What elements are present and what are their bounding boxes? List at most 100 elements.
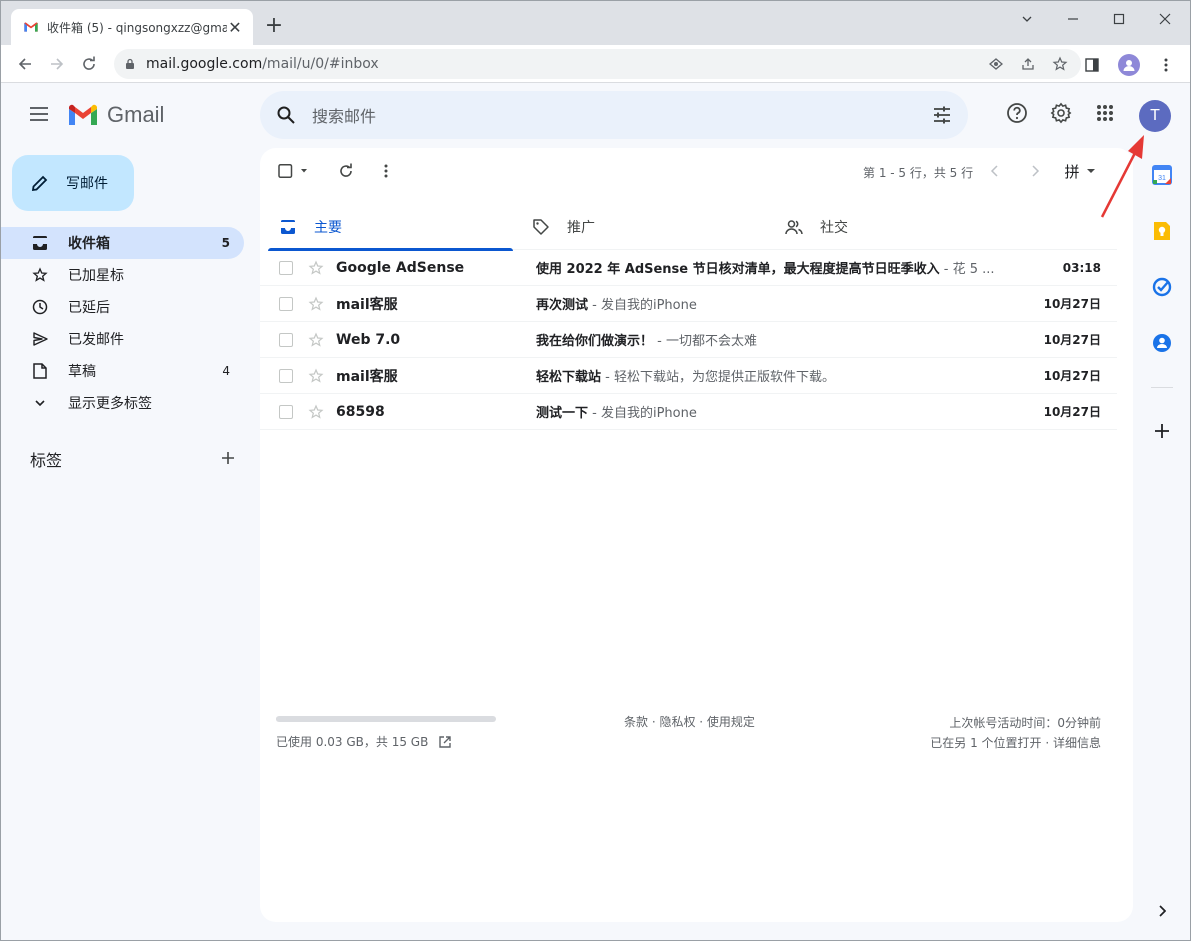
email-row[interactable]: Web 7.0 我在给你们做演示！ - 一切都不会太难 10月27日 [260, 322, 1117, 358]
unread-count: 5 [221, 236, 230, 250]
open-external-icon[interactable] [438, 735, 452, 749]
email-snippet: - 花 5 ... [939, 262, 995, 277]
sidebar-item-drafts[interactable]: 草稿 4 [1, 355, 244, 387]
apps-grid-icon[interactable] [1093, 101, 1117, 125]
sidebar-item-starred[interactable]: 已加星标 [1, 259, 244, 291]
keep-icon[interactable] [1139, 217, 1185, 245]
star-icon [31, 266, 49, 284]
email-row[interactable]: 68598 测试一下 - 发自我的iPhone 10月27日 [260, 394, 1117, 430]
email-subject: 再次测试 [536, 298, 589, 313]
back-icon[interactable] [9, 48, 41, 80]
search-options-icon[interactable] [932, 105, 952, 125]
browser-profile-icon[interactable] [1118, 54, 1140, 76]
email-subject-line: 我在给你们做演示！ - 一切都不会太难 [536, 330, 1026, 349]
inbox-icon [31, 234, 49, 252]
sidebar-item-inbox[interactable]: 收件箱 5 [1, 227, 244, 259]
new-tab-icon[interactable]: + [263, 15, 285, 37]
close-window-icon[interactable] [1142, 7, 1188, 31]
prev-page-icon[interactable] [988, 164, 1002, 178]
tasks-icon[interactable] [1139, 273, 1185, 301]
select-all-checkbox[interactable] [278, 164, 310, 178]
reload-icon[interactable] [73, 48, 105, 80]
minimize-icon[interactable] [1004, 7, 1050, 31]
close-tab-icon[interactable]: ✕ [227, 18, 243, 37]
draft-icon [31, 362, 49, 380]
email-row[interactable]: Google AdSense 使用 2022 年 AdSense 节日核对清单，… [260, 250, 1117, 286]
row-checkbox[interactable] [279, 404, 293, 419]
main-menu-icon[interactable] [27, 105, 51, 123]
star-icon[interactable] [307, 367, 325, 385]
input-tools-label: 拼 [1064, 162, 1080, 181]
bookmark-star-icon[interactable] [1049, 53, 1071, 75]
star-icon[interactable] [307, 295, 325, 313]
add-label-icon[interactable] [221, 450, 235, 469]
input-tools-button[interactable]: 拼 [1063, 161, 1097, 181]
svg-text:31: 31 [1158, 175, 1166, 182]
star-icon[interactable] [307, 403, 325, 421]
terms-links[interactable]: 条款 · 隐私权 · 使用规定 [624, 713, 755, 730]
sidebar-item-label: 收件箱 [68, 236, 110, 252]
row-checkbox[interactable] [279, 368, 293, 383]
settings-gear-icon[interactable] [1049, 101, 1073, 125]
storage-text: 已使用 0.03 GB，共 15 GB [276, 735, 429, 749]
tab-promotions[interactable]: 推广 [521, 204, 774, 250]
labels-heading: 标签 [30, 451, 63, 470]
email-subject: 我在给你们做演示！ [536, 334, 654, 349]
star-icon[interactable] [307, 259, 325, 277]
email-subject-line: 轻松下载站 - 轻松下载站，为您提供正版软件下载。 [536, 366, 1026, 385]
tab-label: 主要 [314, 220, 342, 236]
star-icon[interactable] [307, 331, 325, 349]
help-icon[interactable] [1005, 101, 1029, 125]
storage-usage: 已使用 0.03 GB，共 15 GB [276, 733, 452, 750]
next-page-icon[interactable] [1028, 164, 1042, 178]
account-avatar[interactable]: T [1139, 100, 1171, 132]
maximize-window-icon[interactable] [1096, 7, 1142, 31]
expand-panel-icon[interactable] [1139, 897, 1185, 925]
browser-menu-icon[interactable] [1150, 49, 1182, 81]
search-bar[interactable]: 搜索邮件 [260, 91, 968, 139]
email-list: Google AdSense 使用 2022 年 AdSense 节日核对清单，… [260, 250, 1117, 430]
forward-icon[interactable] [41, 48, 73, 80]
header-icons [1005, 101, 1117, 125]
eye-icon[interactable] [985, 53, 1007, 75]
email-date: 10月27日 [1043, 333, 1101, 347]
email-snippet: - 发自我的iPhone [588, 406, 697, 421]
email-row[interactable]: mail客服 再次测试 - 发自我的iPhone 10月27日 [260, 286, 1117, 322]
share-icon[interactable] [1017, 53, 1039, 75]
chevron-down-icon [31, 394, 49, 412]
refresh-icon[interactable] [338, 163, 354, 179]
tab-primary[interactable]: 主要 [268, 204, 521, 251]
email-date: 10月27日 [1043, 405, 1101, 419]
category-tabs: 主要 推广 社交 [268, 204, 1117, 251]
activity-details-link[interactable]: 已在另 1 个位置打开 · 详细信息 [930, 733, 1101, 753]
email-sender: 68598 [336, 403, 385, 420]
address-bar[interactable]: mail.google.com/mail/u/0/#inbox [114, 49, 1081, 79]
tab-label: 推广 [567, 220, 595, 236]
compose-button[interactable]: 写邮件 [12, 155, 134, 211]
search-input[interactable]: 搜索邮件 [312, 103, 932, 127]
sidebar-item-more[interactable]: 显示更多标签 [1, 387, 244, 419]
action-bar: 第 1 - 5 行，共 5 行 拼 [260, 148, 1133, 194]
contacts-icon[interactable] [1139, 329, 1185, 357]
sidebar-nav: 收件箱 5 已加星标 已延后 已发邮件 草稿 4 显示更多标签 [1, 227, 257, 419]
email-date: 03:18 [1062, 260, 1101, 275]
add-addon-icon[interactable] [1139, 417, 1185, 445]
browser-toolbar: mail.google.com/mail/u/0/#inbox [1, 45, 1190, 83]
search-icon[interactable] [276, 105, 296, 125]
people-icon [784, 217, 804, 237]
clock-icon [31, 298, 49, 316]
row-checkbox[interactable] [279, 332, 293, 347]
sidebar-item-sent[interactable]: 已发邮件 [1, 323, 244, 355]
more-options-icon[interactable] [382, 163, 390, 179]
window-controls [1004, 7, 1188, 31]
side-panel-icon[interactable] [1076, 49, 1108, 81]
gmail-m-icon [69, 104, 97, 125]
sidebar-item-snoozed[interactable]: 已延后 [1, 291, 244, 323]
gmail-logo[interactable]: Gmail [67, 102, 164, 128]
browser-tab[interactable]: 收件箱 (5) - qingsongxzz@gmail.com - Gmail … [11, 9, 253, 45]
row-checkbox[interactable] [279, 296, 293, 311]
email-row[interactable]: mail客服 轻松下载站 - 轻松下载站，为您提供正版软件下载。 10月27日 [260, 358, 1117, 394]
tab-social[interactable]: 社交 [774, 204, 1027, 250]
minimize-window-icon[interactable] [1050, 7, 1096, 31]
row-checkbox[interactable] [279, 260, 293, 275]
